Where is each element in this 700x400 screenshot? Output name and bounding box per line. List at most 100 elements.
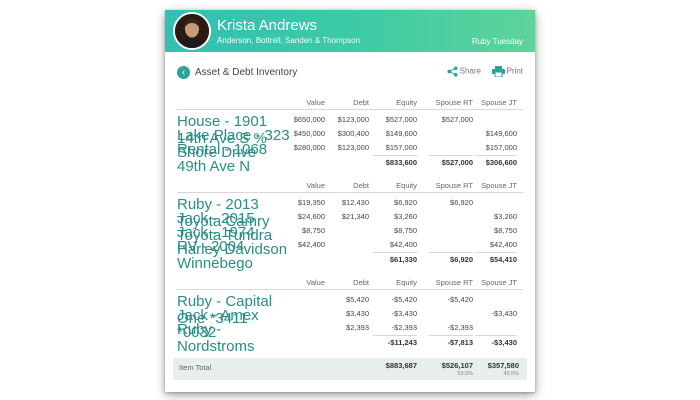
cell-equity: -$2,393 [391, 323, 417, 332]
asset-link[interactable]: RV - 2004 Winnebego [177, 238, 297, 272]
section-total-row: $833,600 $527,000 $306,600 [177, 155, 523, 169]
section-heading: Credit Cards [177, 276, 262, 293]
avatar[interactable] [173, 12, 211, 50]
cell-value: $19,350 [297, 198, 325, 207]
cell-debt: $12,430 [341, 198, 369, 207]
cell-debt: $3,430 [346, 309, 369, 318]
col-debt: Debt [353, 278, 369, 287]
page-toolbar: ‹ Asset & Debt Inventory Share Print [177, 66, 523, 82]
total-equity: $61,330 [373, 252, 417, 267]
table-row: Ruby - Nordstroms *5498 $2,393 -$2,393 -… [177, 321, 523, 372]
cell-debt: $123,000 [337, 115, 369, 124]
cell-debt [329, 224, 369, 238]
cell-value [287, 321, 325, 335]
firm-name: Anderson, Bottrell, Sanden & Thompson [217, 36, 361, 45]
cell-equity: $6,920 [394, 198, 417, 207]
section-heading: Autos [177, 179, 216, 196]
total-equity: -$11,243 [373, 335, 417, 350]
asset-link[interactable]: Ruby - 2013 Toyota Camry [177, 196, 297, 230]
asset-link[interactable]: Jack - 2015 Toyota Tundra [177, 210, 297, 244]
table-row: Ruby - Capital One *3411 $5,420 -$5,420 … [177, 293, 523, 327]
cell-spouse-rt: -$5,420 [447, 295, 473, 304]
asset-link[interactable]: House - 1901 14th Ave S % [177, 113, 297, 147]
item-total-equity: $883,687 [385, 361, 417, 370]
table-row: Jack - 2015 Toyota Tundra $24,600 $21,34… [177, 210, 523, 244]
table-row: RV - 2004 Winnebego $42,400 $42,400 $42,… [177, 238, 523, 272]
profile-header: Krista Andrews Anderson, Bottrell, Sande… [165, 10, 535, 52]
cell-value: $8,750 [302, 226, 325, 235]
total-spouse-jt: -$3,430 [475, 335, 517, 350]
total-spouse-rt: $6,920 [429, 252, 473, 267]
cell-spouse-jt [475, 196, 517, 210]
section-total-row: -$11,243 -$7,813 -$3,430 [177, 335, 523, 349]
cell-debt: $2,393 [346, 323, 369, 332]
col-debt: Debt [353, 98, 369, 107]
item-total-spouse-jt: $357,580 [487, 361, 519, 370]
item-total-spouse-jt-pct: 40.5% [503, 371, 519, 377]
table-header: Autos Value Debt Equity Spouse RT Spouse… [177, 179, 523, 196]
asset-link[interactable]: Rental - 1068 49th Ave N [177, 141, 297, 175]
debt-link[interactable]: Ruby - Capital One *3411 [177, 293, 297, 327]
asset-link[interactable]: Jack - 1974 Harley Davidson [177, 224, 297, 258]
autos-section: Autos Value Debt Equity Spouse RT Spouse… [177, 179, 523, 272]
total-spouse-rt: $527,000 [429, 155, 473, 170]
col-spouse-rt: Spouse RT [435, 181, 473, 190]
cell-spouse-jt [475, 293, 517, 307]
share-icon [447, 66, 458, 77]
asset-debt-card: Krista Andrews Anderson, Bottrell, Sande… [165, 10, 535, 392]
debt-link[interactable]: Ruby - Nordstroms *5498 [177, 321, 297, 372]
cell-equity: $3,260 [394, 212, 417, 221]
cell-value: $280,000 [293, 143, 325, 152]
col-equity: Equity [396, 181, 417, 190]
table-row: Ruby - 2013 Toyota Camry $19,350 $12,430… [177, 196, 523, 230]
cell-spouse-jt: $149,600 [485, 129, 517, 138]
cell-debt: $21,340 [341, 212, 369, 221]
total-spouse-jt: $306,600 [475, 155, 517, 170]
col-spouse-jt: Spouse JT [481, 181, 517, 190]
cell-spouse-rt [429, 127, 473, 141]
col-spouse-rt: Spouse RT [435, 98, 473, 107]
cell-equity: $8,750 [394, 226, 417, 235]
table-row: Lake Place - 323 Shore Drive $450,000 $3… [177, 127, 523, 161]
cell-spouse-jt: $3,260 [494, 212, 517, 221]
item-total-label: Item Total [179, 363, 212, 372]
chevron-left-circle-icon[interactable]: ‹ [177, 66, 190, 79]
printer-icon [491, 66, 505, 78]
print-button[interactable]: Print [491, 66, 523, 78]
cell-spouse-rt [429, 210, 473, 224]
total-equity: $833,600 [373, 155, 417, 170]
cell-equity: $527,000 [385, 115, 417, 124]
cell-spouse-rt: -$2,393 [447, 323, 473, 332]
cell-debt [329, 238, 369, 252]
cell-equity: -$3,430 [391, 309, 417, 318]
credit-cards-section: Credit Cards Value Debt Equity Spouse RT… [177, 276, 523, 372]
real-estate-section: Real Estate Value Debt Equity Spouse RT … [177, 96, 523, 175]
client-name[interactable]: Ruby Tuesday [472, 37, 523, 47]
cell-spouse-rt [429, 141, 473, 155]
table-header: Real Estate Value Debt Equity Spouse RT … [177, 96, 523, 113]
cell-spouse-rt: $527,000 [441, 115, 473, 124]
col-value: Value [306, 278, 325, 287]
col-spouse-rt: Spouse RT [435, 278, 473, 287]
asset-link[interactable]: Lake Place - 323 Shore Drive [177, 127, 297, 161]
debt-link[interactable]: Jack - Amex *0032 [177, 307, 297, 341]
table-row: Jack - 1974 Harley Davidson $8,750 $8,75… [177, 224, 523, 258]
cell-value: $450,000 [293, 129, 325, 138]
cell-value: $650,000 [293, 115, 325, 124]
cell-debt: $300,400 [337, 129, 369, 138]
cell-value [287, 293, 325, 307]
share-button[interactable]: Share [447, 66, 481, 77]
cell-spouse-rt: $6,920 [450, 198, 473, 207]
col-value: Value [306, 98, 325, 107]
section-heading: Real Estate [177, 96, 255, 113]
print-label: Print [506, 66, 523, 76]
cell-equity: $157,000 [385, 143, 417, 152]
cell-value: $24,600 [297, 212, 325, 221]
col-spouse-jt: Spouse JT [481, 98, 517, 107]
cell-spouse-rt [429, 238, 473, 252]
cell-spouse-jt: $42,400 [489, 240, 517, 249]
item-total-spouse-rt: $526,107 [441, 361, 473, 370]
item-total-bar: Item Total $883,687 $526,107 59.5% $357,… [173, 358, 527, 380]
section-total-row: $61,330 $6,920 $54,410 [177, 252, 523, 266]
cell-equity: $149,600 [385, 129, 417, 138]
